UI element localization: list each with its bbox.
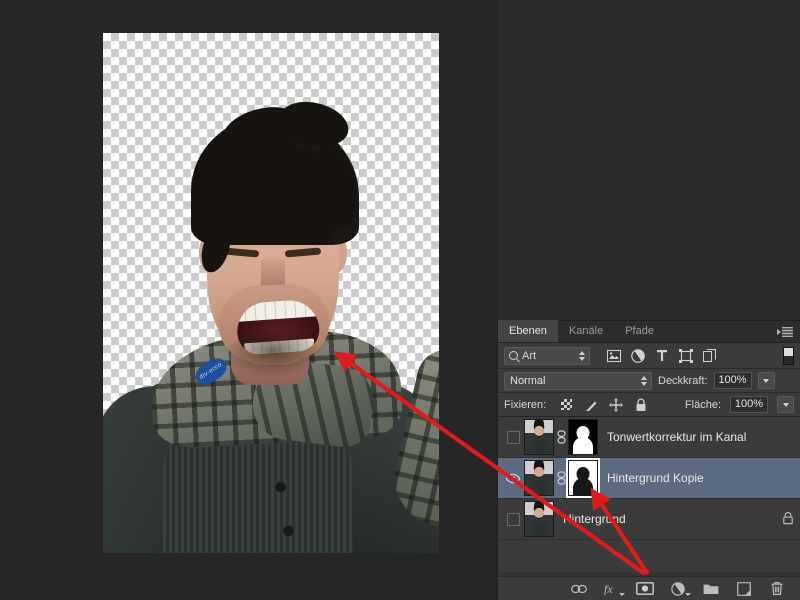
layers-panel[interactable]: Ebenen Kanäle Pfade Art Normal Deckkraft… [497,320,800,600]
chevron-updown-icon [579,350,585,361]
layer-name: Hintergrund Kopie [607,471,704,485]
layer-list-empty-area [498,540,800,572]
canvas-area[interactable]: div-ecco [0,0,497,600]
lock-icon-group[interactable] [559,397,648,412]
lock-image-pixels-icon[interactable] [584,398,598,412]
lock-transparency-icon[interactable] [559,398,573,412]
layer-mask-thumbnail[interactable] [568,419,598,455]
link-layers-button[interactable] [570,581,588,597]
new-layer-button[interactable] [735,581,753,597]
document-canvas[interactable]: div-ecco [103,33,439,553]
panel-menu-triangle [777,329,781,335]
lock-position-icon[interactable] [609,397,624,412]
opacity-dropdown-button[interactable] [757,372,775,389]
filter-icon-group[interactable] [606,348,717,363]
coat-button-lower [283,525,294,536]
panel-menu-icon[interactable] [777,326,795,338]
type-layer-filter-icon[interactable] [654,348,669,363]
table-row[interactable]: Hintergrund Kopie [498,458,800,499]
tab-pfade[interactable]: Pfade [614,320,665,342]
table-row[interactable]: Hintergrund [498,499,800,540]
filter-kind-select[interactable]: Art [504,346,590,365]
magnifier-icon [509,351,518,360]
lock-row[interactable]: Fixieren: Fläche: 100% [498,393,800,417]
opacity-value[interactable]: 100% [713,372,752,389]
lock-label: Fixieren: [504,398,547,411]
link-mask-icon[interactable] [554,430,568,444]
layer-style-button[interactable]: fx [603,581,625,597]
blend-mode-row[interactable]: Normal Deckkraft: 100% [498,369,800,393]
link-mask-icon[interactable] [554,471,568,485]
layer-visibility-toggle[interactable] [502,430,524,444]
new-adjustment-layer-button[interactable] [669,581,691,597]
layer-thumbnail[interactable] [524,460,554,496]
new-group-button[interactable] [702,581,720,597]
coat-button-upper [275,481,286,492]
filter-kind-label: Art [522,349,537,362]
panel-tab-bar[interactable]: Ebenen Kanäle Pfade [498,320,800,343]
filter-toggle-switch[interactable] [783,346,794,365]
layer-thumbnail[interactable] [524,501,554,537]
add-layer-mask-button[interactable] [636,581,654,597]
fill-dropdown-button[interactable] [777,396,794,413]
delete-layer-button[interactable] [768,581,786,597]
panel-menu-lines [782,327,793,337]
lock-all-icon[interactable] [634,398,648,412]
layer-name: Tonwertkorrektur im Kanal [607,430,747,444]
layer-filter-row[interactable]: Art [498,343,800,369]
adjustment-layer-filter-icon[interactable] [630,348,645,363]
layers-panel-toolbar[interactable]: fx [498,576,800,600]
layer-thumbnail[interactable] [524,419,554,455]
layer-visibility-toggle[interactable] [502,512,524,526]
eye-off-box [506,430,520,444]
subject-artwork: div-ecco [103,33,439,553]
opacity-label: Deckkraft: [658,374,708,387]
shape-layer-filter-icon[interactable] [678,348,693,363]
blend-mode-value: Normal [510,374,546,387]
pixel-layer-filter-icon[interactable] [606,348,621,363]
eye-off-box [506,512,520,526]
tab-kanaele[interactable]: Kanäle [558,320,614,342]
blend-mode-select[interactable]: Normal [504,371,652,390]
fill-value[interactable]: 100% [730,396,768,413]
svg-text:fx: fx [604,582,613,595]
layer-visibility-toggle[interactable] [502,473,524,484]
tab-ebenen[interactable]: Ebenen [498,320,558,342]
smart-object-filter-icon[interactable] [702,348,717,363]
eye-icon [505,473,521,483]
layer-mask-thumbnail[interactable] [566,458,600,498]
layer-locked-icon [782,511,794,528]
layer-list[interactable]: Tonwertkorrektur im Kanal Hintergrund Ko… [498,417,800,572]
stubble-shadow [223,333,323,377]
layer-name: Hintergrund [563,512,626,526]
fill-label: Fläche: [684,398,721,411]
table-row[interactable]: Tonwertkorrektur im Kanal [498,417,800,458]
chevron-updown-icon [641,375,647,386]
